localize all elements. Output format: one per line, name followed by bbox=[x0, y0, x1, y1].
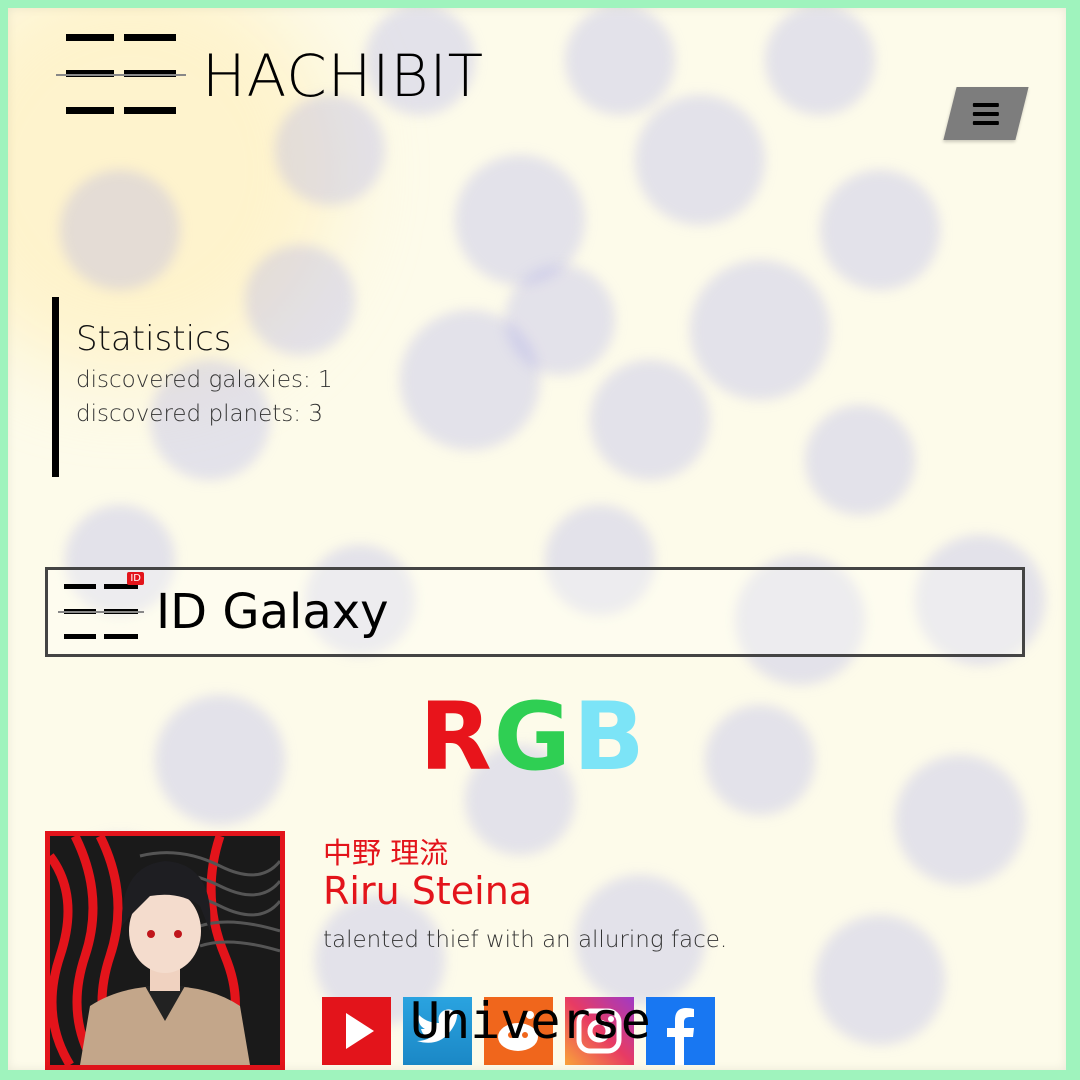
stat-planets: discovered planets: 3 bbox=[76, 401, 323, 427]
rgb-letter-g: G bbox=[493, 683, 573, 792]
character-description: talented thief with an alluring face. bbox=[323, 927, 728, 953]
id-galaxy-logo-icon: ID bbox=[58, 572, 144, 640]
youtube-icon[interactable] bbox=[322, 997, 391, 1065]
hamburger-menu-icon bbox=[973, 102, 999, 125]
statistics-title: Statistics bbox=[76, 319, 232, 359]
hachibit-logo-icon bbox=[56, 34, 186, 118]
id-badge: ID bbox=[127, 572, 144, 585]
id-galaxy-card[interactable]: ID ID Galaxy bbox=[45, 567, 1025, 657]
stat-galaxies: discovered galaxies: 1 bbox=[76, 367, 333, 393]
universe-overlay-text: Universe bbox=[410, 992, 651, 1050]
rgb-heading: RGB bbox=[0, 683, 1066, 792]
site-logo[interactable]: HACHIBIT bbox=[56, 34, 484, 118]
statistics-panel: Statistics discovered galaxies: 1 discov… bbox=[52, 297, 333, 477]
galaxy-label: ID Galaxy bbox=[156, 584, 389, 640]
rgb-letter-b: B bbox=[572, 683, 647, 792]
character-avatar[interactable] bbox=[45, 831, 285, 1070]
menu-button[interactable] bbox=[943, 87, 1029, 140]
facebook-icon[interactable] bbox=[646, 997, 715, 1065]
character-name-jp: 中野 理流 bbox=[323, 836, 449, 870]
rgb-letter-r: R bbox=[419, 683, 494, 792]
character-name-en: Riru Steina bbox=[323, 869, 533, 913]
site-title: HACHIBIT bbox=[202, 42, 484, 110]
